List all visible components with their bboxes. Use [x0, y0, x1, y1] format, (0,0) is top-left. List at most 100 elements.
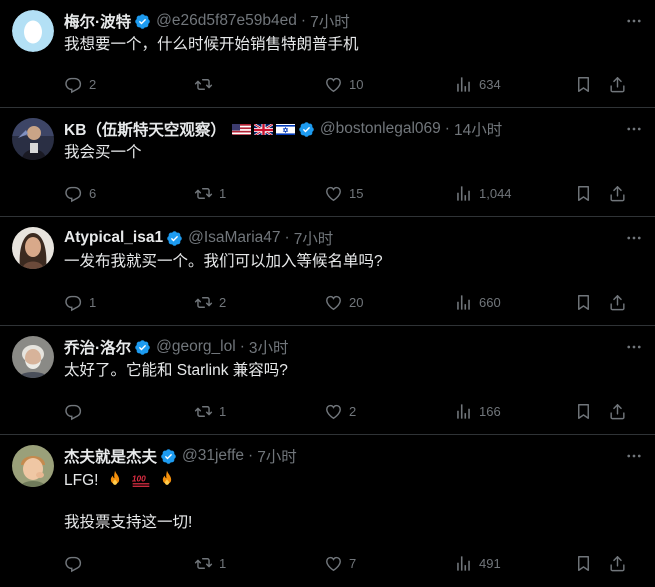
heart-icon	[326, 186, 341, 201]
retweet-button[interactable]	[194, 75, 324, 94]
author-handle[interactable]: @bostonlegal069	[320, 120, 441, 138]
reply-tweet[interactable]: KB（伍斯特天空观察） @bostonlegal069 · 14小时 我会买一个…	[0, 108, 655, 217]
bookmark-icon	[578, 294, 589, 310]
old-man-avatar[interactable]	[12, 336, 54, 378]
action-bar: 1 7 491	[64, 551, 643, 575]
more-options-icon[interactable]	[623, 336, 645, 358]
separator-dot: ·	[284, 229, 290, 246]
like-button[interactable]: 20	[324, 293, 454, 312]
author-name[interactable]: 乔治·洛尔	[64, 336, 131, 358]
author-name[interactable]: Atypical_isa1	[64, 229, 163, 247]
views-button[interactable]: 1,044	[454, 184, 574, 203]
more-options-icon[interactable]	[623, 10, 645, 32]
views-chart-icon	[457, 76, 470, 92]
retweet-icon	[194, 557, 213, 569]
views-button[interactable]: 634	[454, 75, 574, 94]
like-button[interactable]: 7	[324, 554, 454, 573]
reply-icon	[65, 295, 82, 311]
bookmark-button[interactable]	[574, 184, 608, 203]
action-bar: 6 1 15 1,044	[64, 181, 643, 205]
author-handle[interactable]: @IsaMaria47	[188, 229, 280, 247]
views-chart-icon	[457, 403, 470, 419]
tweet-text: 我会买一个	[64, 144, 142, 161]
woman-avatar[interactable]	[12, 227, 54, 269]
more-options-icon[interactable]	[623, 118, 645, 140]
retweet-button[interactable]: 1	[194, 402, 324, 421]
person-avatar[interactable]	[12, 118, 54, 160]
more-options-icon[interactable]	[623, 227, 645, 249]
views-button[interactable]: 166	[454, 402, 574, 421]
reply-tweet[interactable]: 杰夫就是杰夫 @31jeffe · 7小时 LFG! 100 我投票支持这一切!	[0, 435, 655, 587]
reply-tweet[interactable]: 乔治·洛尔 @georg_lol · 3小时 太好了。它能和 Starlink …	[0, 326, 655, 435]
share-button[interactable]	[608, 554, 628, 573]
retweet-button[interactable]: 1	[194, 554, 324, 573]
share-icon	[610, 555, 625, 571]
view-count: 634	[479, 76, 501, 92]
egg-avatar[interactable]	[12, 10, 54, 52]
timestamp[interactable]: 14小时	[454, 118, 502, 140]
timestamp[interactable]: 7小时	[257, 445, 297, 467]
bookmark-button[interactable]	[574, 75, 608, 94]
hundred-points-emoji-icon: 100	[132, 474, 150, 487]
reply-tweet[interactable]: Atypical_isa1 @IsaMaria47 · 7小时 一发布我就买一个…	[0, 217, 655, 326]
reply-count: 6	[89, 185, 97, 201]
share-button[interactable]	[608, 293, 628, 312]
reply-icon	[65, 77, 82, 93]
views-button[interactable]: 491	[454, 554, 574, 573]
views-chart-icon	[457, 294, 470, 310]
view-count: 1,044	[479, 185, 512, 201]
reply-button[interactable]: 6	[64, 184, 194, 203]
israel-flag-icon	[275, 123, 295, 135]
us-flag-icon	[231, 123, 251, 135]
tweet-text: LFG! 100	[64, 469, 639, 492]
reply-button[interactable]	[64, 554, 194, 573]
more-options-icon[interactable]	[623, 445, 645, 467]
views-chart-icon	[457, 185, 470, 201]
action-bar: 1 2 20 660	[64, 290, 643, 314]
like-button[interactable]: 2	[324, 402, 454, 421]
author-handle[interactable]: @31jeffe	[182, 447, 244, 465]
reply-button[interactable]	[64, 402, 194, 421]
author-handle[interactable]: @georg_lol	[156, 338, 236, 356]
author-name[interactable]: KB（伍斯特天空观察）	[64, 118, 226, 140]
view-count: 491	[479, 555, 501, 571]
retweet-count: 1	[219, 185, 227, 201]
share-button[interactable]	[608, 402, 628, 421]
like-count: 15	[349, 185, 364, 201]
bookmark-button[interactable]	[574, 293, 608, 312]
verified-badge-icon	[299, 121, 314, 137]
tweet-text-second-line: 我投票支持这一切!	[64, 514, 193, 531]
verified-badge-icon	[135, 13, 150, 29]
heart-icon	[326, 77, 341, 92]
bookmark-button[interactable]	[574, 554, 608, 573]
bookmark-icon	[578, 76, 589, 92]
heart-icon	[326, 295, 341, 310]
share-button[interactable]	[608, 184, 628, 203]
author-handle[interactable]: @e26d5f87e59b4ed	[156, 12, 297, 30]
reply-button[interactable]: 1	[64, 293, 194, 312]
boy-avatar[interactable]	[12, 445, 54, 487]
retweet-button[interactable]: 1	[194, 184, 324, 203]
views-button[interactable]: 660	[454, 293, 574, 312]
reply-tweet[interactable]: 梅尔·波特 @e26d5f87e59b4ed · 7小时 我想要一个，什么时候开…	[0, 0, 655, 108]
author-name[interactable]: 梅尔·波特	[64, 10, 131, 32]
view-count: 166	[479, 403, 501, 419]
timestamp[interactable]: 3小时	[249, 336, 289, 358]
reply-icon	[65, 556, 82, 572]
timestamp[interactable]: 7小时	[310, 10, 350, 32]
separator-dot: ·	[300, 12, 307, 29]
tweet-text: 一发布我就买一个。我们可以加入等候名单吗?	[64, 253, 383, 270]
author-name[interactable]: 杰夫就是杰夫	[64, 445, 157, 467]
tweet-text-lfg: LFG!	[64, 472, 99, 489]
share-button[interactable]	[608, 75, 628, 94]
timestamp[interactable]: 7小时	[294, 227, 334, 249]
reply-button[interactable]: 2	[64, 75, 194, 94]
retweet-button[interactable]: 2	[194, 293, 324, 312]
bookmark-button[interactable]	[574, 402, 608, 421]
separator-dot: ·	[248, 447, 254, 464]
reply-icon	[65, 186, 82, 202]
like-button[interactable]: 10	[324, 75, 454, 94]
fire-emoji-icon	[163, 470, 172, 485]
retweet-icon	[194, 187, 213, 199]
like-button[interactable]: 15	[324, 184, 454, 203]
